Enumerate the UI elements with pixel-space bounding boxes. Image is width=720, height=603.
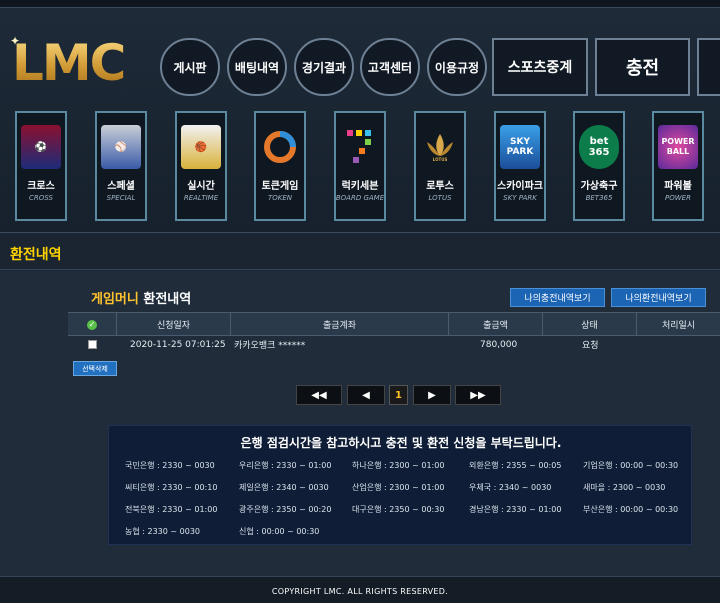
- game-sky-park[interactable]: SKY PARK 스카이파크 SKY PARK: [494, 111, 546, 221]
- svg-text:LOTUS: LOTUS: [433, 157, 448, 162]
- footer: COPYRIGHT LMC. ALL RIGHTS RESERVED.: [0, 576, 720, 603]
- bank-hours: 제일은행 : 2340 ~ 0030: [239, 483, 329, 492]
- top-strip: [0, 0, 720, 8]
- game-cross[interactable]: ⚽ 크로스 CROSS: [15, 111, 67, 221]
- lotus-icon: LOTUS: [420, 125, 460, 169]
- row-date: 2020-11-25 07:01:25: [130, 339, 226, 350]
- bank-hours: 우체국 : 2340 ~ 0030: [469, 483, 552, 492]
- row-amount: 780,000: [480, 339, 518, 350]
- pager-last-button[interactable]: ▶▶: [455, 385, 501, 405]
- powerball-logo-icon: POWER BALL: [658, 125, 698, 169]
- delete-selected-button[interactable]: 선택삭제: [73, 361, 117, 376]
- bank-hours: 기업은행 : 00:00 ~ 00:30: [583, 461, 679, 470]
- nav-more[interactable]: [697, 38, 720, 96]
- bet365-logo-icon: bet 365: [579, 125, 619, 169]
- col-account: 출금계좌: [230, 313, 448, 336]
- col-status: 상태: [542, 313, 636, 336]
- bank-hours: 부산은행 : 00:00 ~ 00:30: [583, 505, 679, 514]
- bank-hours: 신협 : 00:00 ~ 00:30: [239, 527, 320, 536]
- game-lucky-seven[interactable]: 럭키세븐 BOARD GAME: [334, 111, 386, 221]
- nav-sports-live[interactable]: 스포츠중계: [492, 38, 588, 96]
- row-checkbox[interactable]: [88, 340, 97, 349]
- pager-first-button[interactable]: ◀◀: [296, 385, 342, 405]
- section-title: 환전내역: [10, 247, 62, 263]
- header: ✦ LMC 게시판 배팅내역 경기결과 고객센터 이용규정 스포츠중계 충전 ⚽…: [0, 8, 720, 233]
- game-lotus[interactable]: LOTUS 로투스 LOTUS: [414, 111, 466, 221]
- bank-hours: 우리은행 : 2330 ~ 01:00: [239, 461, 332, 470]
- bank-hours: 산업은행 : 2300 ~ 01:00: [352, 483, 445, 492]
- bank-hours: 씨티은행 : 2330 ~ 00:10: [125, 483, 218, 492]
- nav-results[interactable]: 경기결과: [294, 38, 354, 96]
- pager-next-button[interactable]: ▶: [413, 385, 451, 405]
- table-row: 2020-11-25 07:01:25 카카오뱅크 ****** 780,000…: [68, 336, 720, 353]
- pager-current-page[interactable]: 1: [389, 385, 408, 405]
- bank-hours: 경남은행 : 2330 ~ 01:00: [469, 505, 562, 514]
- sky-park-logo-icon: SKY PARK: [500, 125, 540, 169]
- bank-maintenance-notice: 은행 점검시간을 참고하시고 충전 및 환전 신청을 부탁드립니다. 국민은행 …: [108, 425, 692, 545]
- notice-title: 은행 점검시간을 참고하시고 충전 및 환전 신청을 부탁드립니다.: [240, 436, 562, 450]
- bank-hours: 농협 : 2330 ~ 0030: [125, 527, 201, 536]
- table-header: ✓ 신청일자 출금계좌 출금액 상태 처리일시: [68, 312, 720, 336]
- nav-bets[interactable]: 배팅내역: [227, 38, 287, 96]
- bank-hours: 국민은행 : 2330 ~ 0030: [125, 461, 215, 470]
- bank-hours: 대구은행 : 2350 ~ 00:30: [352, 505, 445, 514]
- check-icon[interactable]: ✓: [87, 319, 97, 330]
- game-powerball[interactable]: POWER BALL 파워볼 POWER: [652, 111, 704, 221]
- exchange-history-button[interactable]: 나의환전내역보기: [611, 288, 706, 307]
- pager-prev-button[interactable]: ◀: [347, 385, 385, 405]
- col-processed: 처리일시: [636, 313, 720, 336]
- row-checkbox-cell: [88, 336, 97, 353]
- logo[interactable]: LMC: [12, 34, 126, 92]
- row-status: 요청: [582, 341, 599, 351]
- nav-charge[interactable]: 충전: [595, 38, 690, 96]
- row-account: 카카오뱅크 ******: [234, 341, 306, 351]
- nav-board[interactable]: 게시판: [160, 38, 220, 96]
- charge-history-button[interactable]: 나의충전내역보기: [510, 288, 605, 307]
- nav-support[interactable]: 고객센터: [360, 38, 420, 96]
- game-special[interactable]: ⚾ 스페셜 SPECIAL: [95, 111, 147, 221]
- token-ring-icon: [260, 125, 300, 169]
- basketball-player-icon: 🏀: [181, 125, 221, 169]
- game-realtime[interactable]: 🏀 실시간 REALTIME: [175, 111, 227, 221]
- game-token[interactable]: 토큰게임 TOKEN: [254, 111, 306, 221]
- bank-hours: 새마을 : 2300 ~ 0030: [583, 483, 666, 492]
- col-amount: 출금액: [448, 313, 542, 336]
- copyright-text: COPYRIGHT LMC. ALL RIGHTS RESERVED.: [271, 587, 449, 596]
- bank-hours: 광주은행 : 2350 ~ 00:20: [239, 505, 332, 514]
- game-virtual-soccer[interactable]: bet 365 가상축구 BET365: [573, 111, 625, 221]
- section-bar: 환전내역: [0, 234, 720, 270]
- bank-hours: 하나은행 : 2300 ~ 01:00: [352, 461, 445, 470]
- sub-title: 게임머니 환전내역: [91, 292, 192, 307]
- nav-rules[interactable]: 이용규정: [427, 38, 487, 96]
- lucky-seven-icon: [340, 125, 380, 169]
- bank-hours: 전북은행 : 2330 ~ 01:00: [125, 505, 218, 514]
- select-all-cell[interactable]: ✓: [68, 313, 116, 336]
- player-icon: ⚽: [21, 125, 61, 169]
- col-date: 신청일자: [116, 313, 230, 336]
- baseball-player-icon: ⚾: [101, 125, 141, 169]
- bank-hours: 외환은행 : 2355 ~ 00:05: [469, 461, 562, 470]
